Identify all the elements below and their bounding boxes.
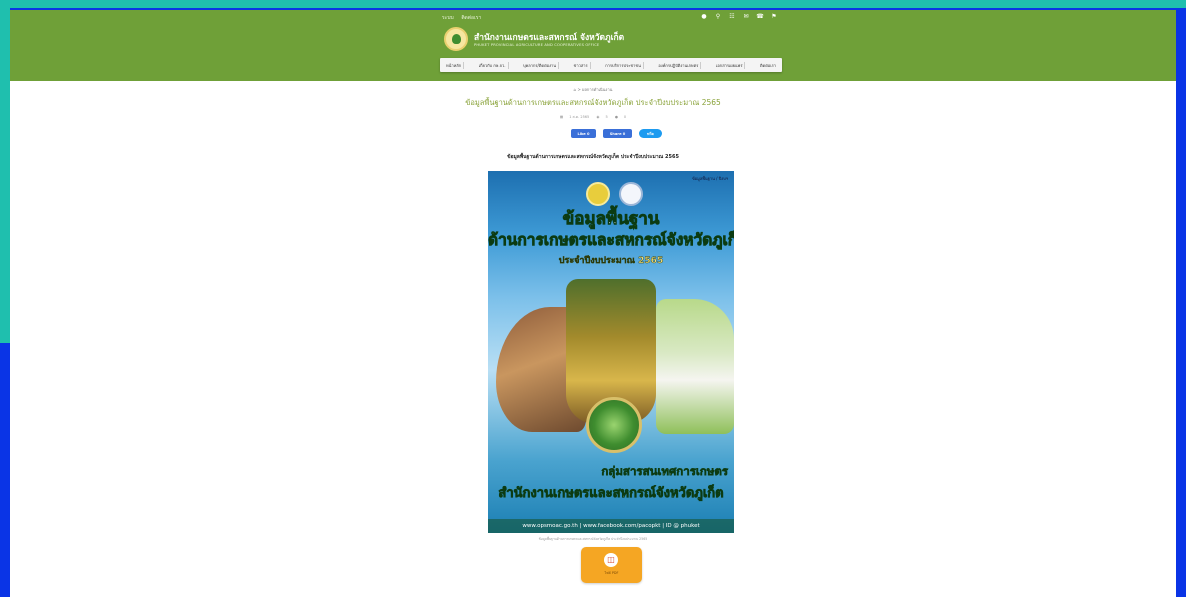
nav-item-about[interactable]: เกี่ยวกับ กษ.จว. <box>477 61 509 69</box>
goat-photo <box>656 299 734 434</box>
breadcrumb-item[interactable]: ผลการดำเนินงาน <box>582 87 612 92</box>
nav-item-contact[interactable]: ติดต่อเรา <box>758 62 778 69</box>
phone-icon[interactable]: ☎ <box>756 13 764 20</box>
mail-icon[interactable]: ✉ <box>742 13 750 20</box>
image-caption: ข้อมูลพื้นฐานด้านการเกษตรและสหกรณ์จังหวั… <box>538 537 648 541</box>
facebook-share-button[interactable]: Share 0 <box>603 129 632 138</box>
site-header: ระบบ ติดต่อเรา ● ⚲ ☷ ✉ ☎ ⚑ สำนักงานเกษตร… <box>10 10 1176 81</box>
calendar-icon: ▦ <box>559 115 564 119</box>
nav-item-organizations[interactable]: องค์กรปฏิบัติงานเกษตร <box>656 61 702 69</box>
article-comments: 0 <box>623 115 627 119</box>
main-nav: หน้าหลัก เกี่ยวกับ กษ.จว. บุคลากร/ติดต่อ… <box>440 58 782 72</box>
pdf-label: ไฟล์ PDF <box>604 571 619 575</box>
nav-item-documents[interactable]: เอกสารเผยแพร่ <box>714 61 746 69</box>
article-meta: ▦ 1 ส.ค. 2565 ◉ 5 ● 0 <box>10 114 1176 120</box>
teal-strip <box>0 8 10 343</box>
poster-title-line2: ด้านการเกษตรและสหกรณ์จังหวัดภูเก็ต <box>488 231 734 250</box>
site-title[interactable]: สำนักงานเกษตรและสหกรณ์ จังหวัดภูเก็ต <box>474 30 624 44</box>
nav-item-services[interactable]: การบริการประชาชน <box>603 61 644 69</box>
site-subtitle: PHUKET PROVINCIAL AGRICULTURE AND COOPER… <box>474 43 600 47</box>
eye-icon: ◉ <box>596 115 600 119</box>
poster-footer: www.opsmoac.go.th | www.facebook.com/pac… <box>488 519 734 533</box>
province-emblem <box>619 182 643 206</box>
tweet-button[interactable]: ทวีต <box>639 129 662 138</box>
sitemap-icon[interactable]: ☷ <box>728 13 736 20</box>
pdf-download-button[interactable]: ◫ ไฟล์ PDF <box>581 547 642 583</box>
topbar-icons: ● ⚲ ☷ ✉ ☎ ⚑ <box>700 13 778 20</box>
article-date: 1 ส.ค. 2565 <box>569 115 590 119</box>
search-icon[interactable]: ⚲ <box>714 13 722 20</box>
user-icon[interactable]: ● <box>700 13 708 20</box>
poster-office-name: สำนักงานเกษตรและสหกรณ์จังหวัดภูเก็ต <box>498 486 724 502</box>
comment-icon: ● <box>614 115 618 119</box>
pdf-icon: ◫ <box>604 553 618 567</box>
nav-item-news[interactable]: ข่าวสาร <box>572 61 591 69</box>
nav-item-staff[interactable]: บุคลากร/ติดต่องาน <box>521 61 560 69</box>
share-buttons: Like 0 Share 0 ทวีต <box>571 129 662 138</box>
map-icon[interactable]: ⚑ <box>770 13 778 20</box>
facebook-like-button[interactable]: Like 0 <box>571 129 596 138</box>
topbar-links: ระบบ ติดต่อเรา <box>442 14 487 22</box>
home-icon[interactable]: ⌂ <box>574 87 577 92</box>
poster-group-name: กลุ่มสารสนเทศการเกษตร <box>601 464 728 479</box>
breadcrumb: ⌂ > ผลการดำเนินงาน <box>10 86 1176 93</box>
cover-image[interactable]: ข้อมูลพื้นฐาน / ปีงบฯ ข้อมูลพื้นฐาน ด้าน… <box>488 171 734 533</box>
site-logo[interactable] <box>444 27 468 51</box>
page: ระบบ ติดต่อเรา ● ⚲ ☷ ✉ ☎ ⚑ สำนักงานเกษตร… <box>10 10 1176 597</box>
ministry-emblem <box>586 182 610 206</box>
content-heading: ข้อมูลพื้นฐานด้านการเกษตรและสหกรณ์จังหวั… <box>507 154 679 160</box>
topbar-link-system[interactable]: ระบบ <box>442 15 454 21</box>
poster-year: ประจำปีงบประมาณ 2565 <box>558 256 664 266</box>
poster-badge: ข้อมูลพื้นฐาน / ปีงบฯ <box>692 176 728 181</box>
topbar-link-contact[interactable]: ติดต่อเรา <box>461 15 481 21</box>
article-title: ข้อมูลพื้นฐานด้านการเกษตรและสหกรณ์จังหวั… <box>465 98 721 107</box>
article-views: 5 <box>605 115 608 119</box>
agriculture-seal <box>586 397 642 453</box>
nav-item-home[interactable]: หน้าหลัก <box>444 61 465 69</box>
